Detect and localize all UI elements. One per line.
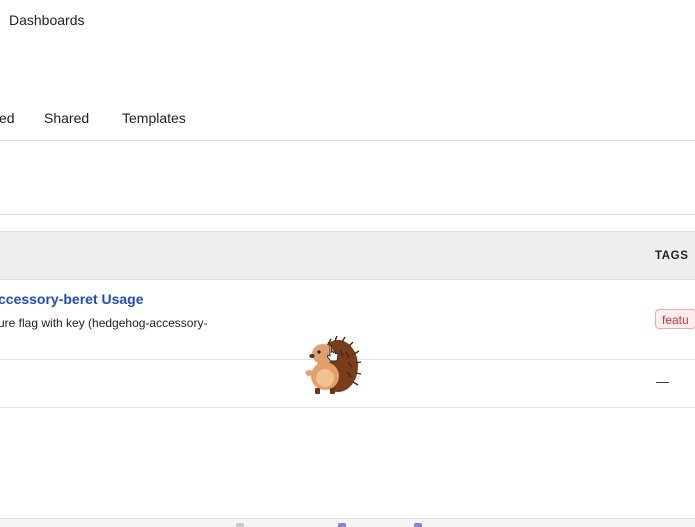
toolbar-dot-icon — [236, 523, 244, 527]
dashboard-title-link[interactable]: ccessory-beret Usage — [0, 291, 144, 307]
tags-empty-placeholder: — — [656, 374, 669, 389]
dashboard-description: ure flag with key (hedgehog-accessory- — [0, 316, 208, 330]
column-header-tags[interactable]: TAGS — [655, 250, 689, 262]
filter-divider — [0, 214, 695, 215]
row-divider — [0, 407, 695, 408]
dashboards-page: Dashboards ed Shared Templates TAGS cces… — [0, 0, 695, 527]
tab-partial-left[interactable]: ed — [0, 110, 15, 126]
tag-badge[interactable]: featu — [655, 309, 695, 329]
tabs-divider — [0, 140, 695, 141]
tab-shared[interactable]: Shared — [44, 110, 89, 126]
hedgehog-mascot-icon[interactable] — [300, 336, 362, 398]
toolbar-dot-icon — [414, 523, 422, 527]
bottom-toolbar — [0, 518, 695, 527]
table-header: TAGS — [0, 231, 695, 280]
tab-templates[interactable]: Templates — [122, 110, 186, 126]
breadcrumb-dashboards[interactable]: Dashboards — [9, 12, 85, 28]
toolbar-dot-icon — [338, 523, 346, 527]
